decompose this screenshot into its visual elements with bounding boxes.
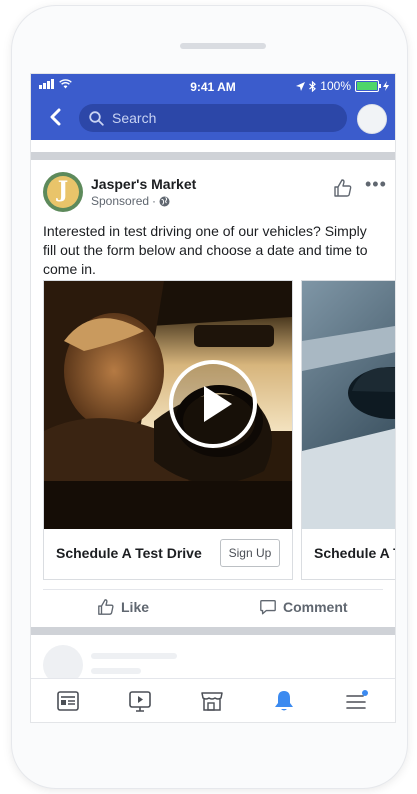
comment-icon [260,600,276,615]
marketplace-icon [201,692,223,711]
back-button[interactable] [49,108,61,128]
search-input[interactable]: Search [79,104,347,132]
search-icon [89,110,104,126]
feed-divider [31,152,395,160]
thumbs-up-icon [98,599,114,615]
tab-marketplace[interactable] [199,688,227,716]
nav-row: Search [31,102,395,134]
avatar-letter: J [57,177,69,203]
page-avatar[interactable]: J [43,172,83,212]
like-label: Like [121,599,150,615]
car-road-image [302,281,395,529]
placeholder-line [91,668,141,674]
video-thumbnail[interactable] [44,281,292,529]
bell-icon [275,691,293,711]
search-placeholder: Search [112,110,157,126]
tab-watch[interactable] [127,688,155,716]
comment-label: Comment [283,599,348,615]
sign-up-button[interactable]: Sign Up [220,539,280,567]
battery-percent: 100% [320,79,351,93]
profile-avatar[interactable] [357,104,387,134]
phone-speaker [180,43,266,49]
card-caption[interactable]: Schedule A Test Drive [314,545,395,561]
post-actions: Like Comment [43,589,383,626]
card-caption[interactable]: Schedule A Test Drive [56,545,202,561]
status-right: 100% [296,79,389,93]
page-like-button[interactable] [333,178,353,203]
tab-notifications[interactable] [271,688,299,716]
chevron-left-icon [50,108,61,126]
battery-fill [357,82,377,90]
car-image[interactable] [302,281,395,529]
carousel-card[interactable]: Schedule A Test Drive Sign Up [43,280,293,580]
post-text: Interested in test driving one of our ve… [43,223,368,277]
feed-divider [31,627,395,635]
comment-button[interactable]: Comment [259,598,348,616]
sponsored-label: Sponsored [91,194,150,208]
like-button[interactable]: Like [97,598,149,616]
news-feed-icon [57,691,79,711]
top-app-bar: 9:41 AM 100% Search [31,74,395,140]
battery-icon [355,80,381,92]
placeholder-line [91,653,177,659]
play-icon[interactable] [168,359,258,449]
location-arrow-icon [296,81,306,91]
ad-carousel[interactable]: Schedule A Test Drive Sign Up Schedule A [43,280,395,580]
sponsored-line: Sponsored · [91,194,170,208]
charging-icon [383,81,389,91]
ellipsis-icon: ••• [365,174,387,194]
tab-news-feed[interactable] [55,688,83,716]
bluetooth-icon [309,80,317,92]
status-bar: 9:41 AM 100% [31,74,395,98]
phone-screen: 9:41 AM 100% Search J Jasper's Market Sp… [30,73,396,723]
carousel-card[interactable]: Schedule A Test Drive [301,280,395,580]
page-name[interactable]: Jasper's Market [91,176,196,192]
tab-menu[interactable] [343,688,371,716]
watch-icon [129,691,151,712]
bottom-tab-bar [31,678,395,722]
menu-icon [346,690,368,709]
globe-icon [159,196,170,206]
dot-separator: · [152,194,157,208]
thumbs-up-icon [334,179,352,197]
more-options-button[interactable]: ••• [365,174,387,195]
